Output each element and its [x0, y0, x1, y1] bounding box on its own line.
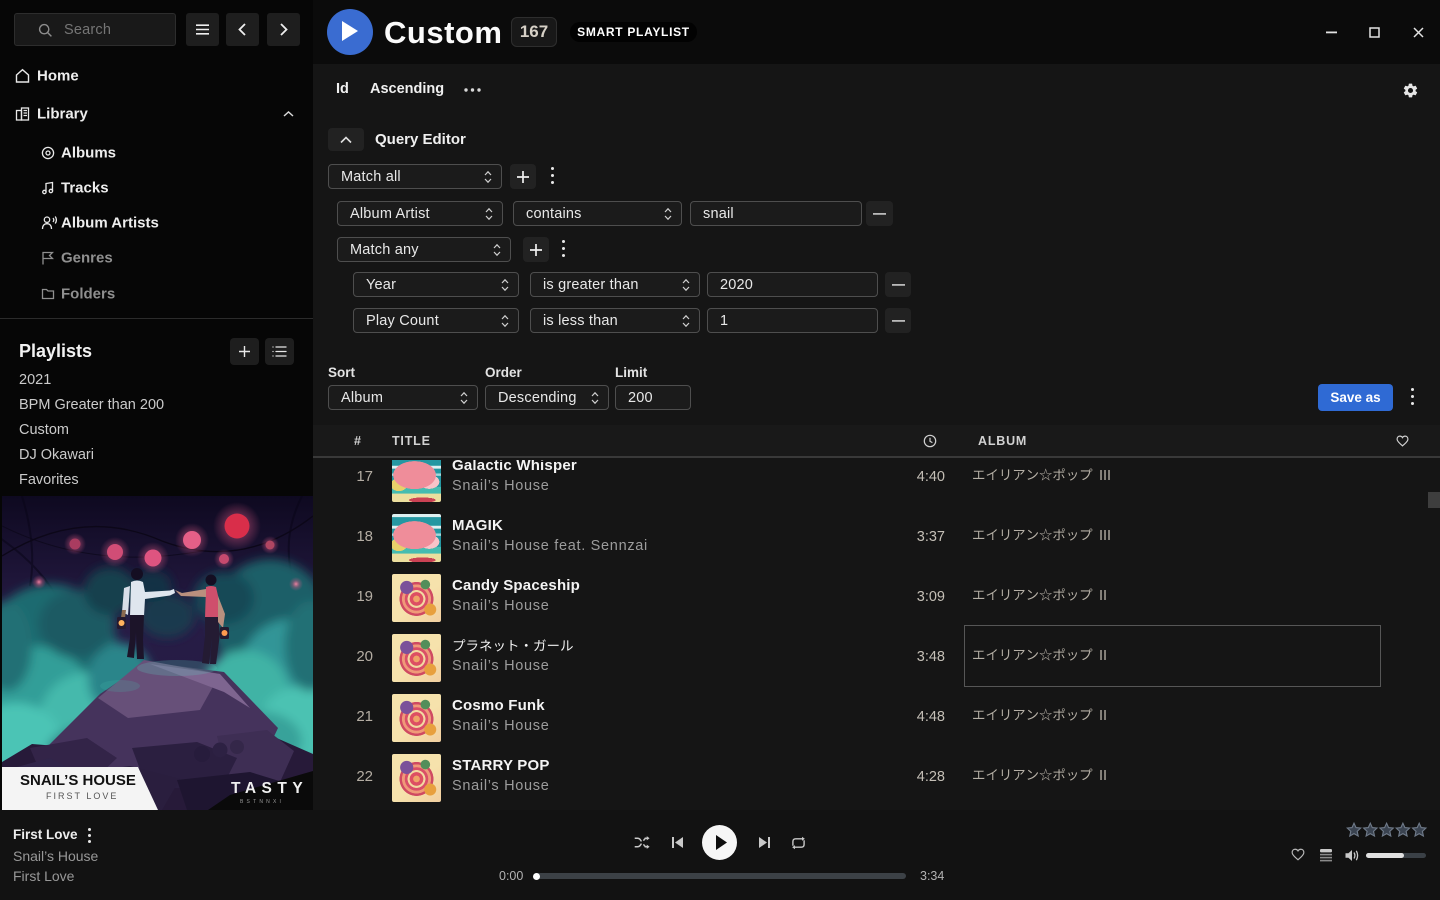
svg-text:FIRST LOVE: FIRST LOVE — [46, 791, 118, 801]
svg-text:SNAIL’S HOUSE: SNAIL’S HOUSE — [20, 772, 136, 789]
svg-text:BSTNNXI: BSTNNXI — [240, 799, 284, 805]
svg-text:TASTY: TASTY — [231, 780, 308, 797]
